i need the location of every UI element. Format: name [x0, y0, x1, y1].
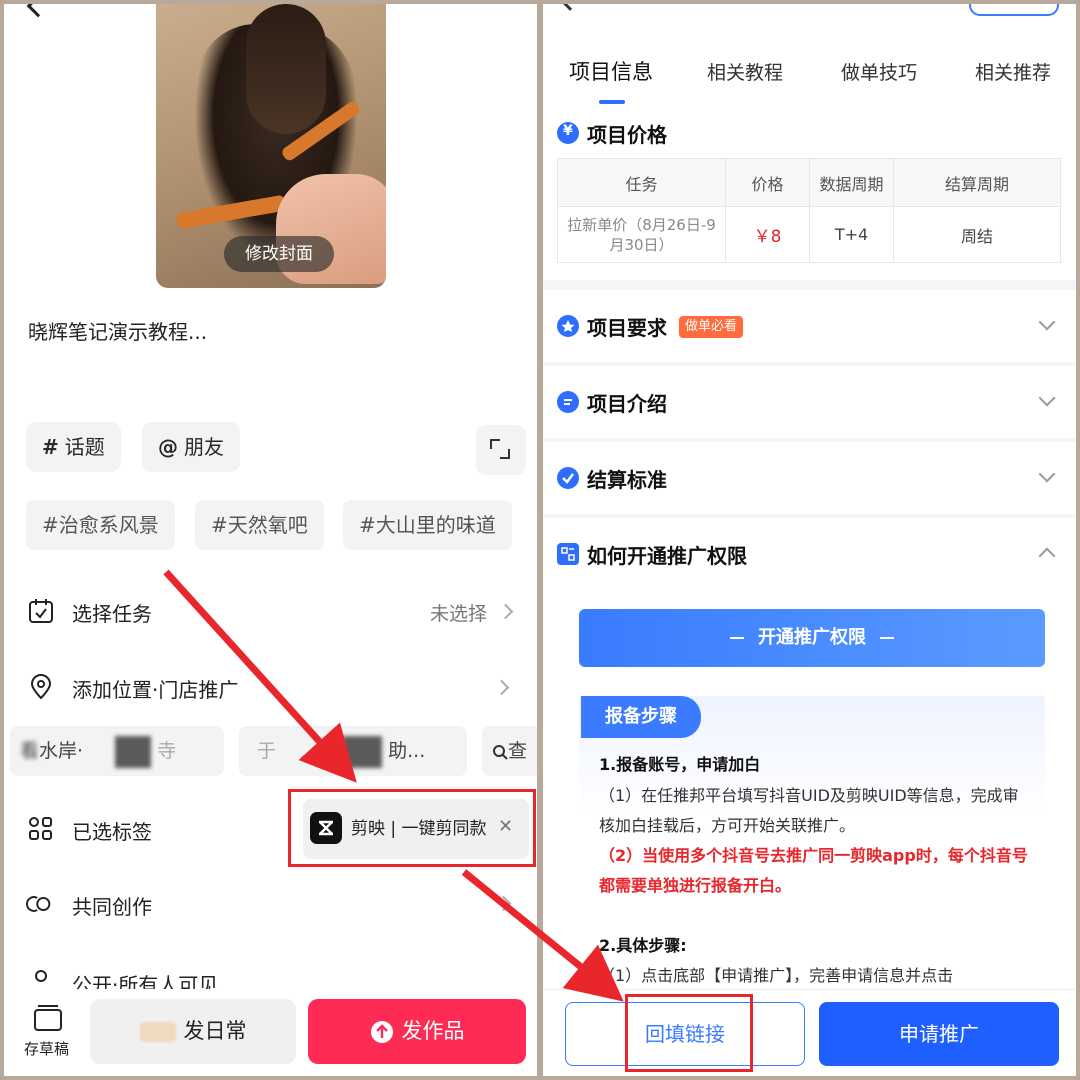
annotation-arrows	[163, 569, 624, 1002]
arrow-to-backfill	[461, 869, 624, 1002]
arrow-to-tag	[163, 569, 357, 783]
